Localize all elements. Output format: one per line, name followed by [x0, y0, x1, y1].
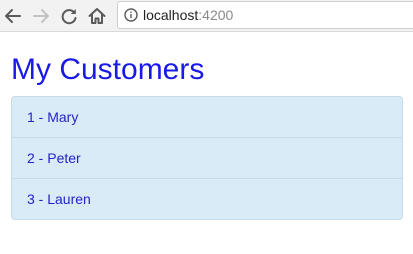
reload-icon: [61, 9, 77, 25]
forward-button[interactable]: [30, 5, 52, 27]
url-port: :4200: [198, 7, 234, 23]
info-icon[interactable]: [124, 8, 138, 22]
url-text[interactable]: localhost:4200: [143, 7, 233, 24]
reload-button[interactable]: [58, 5, 80, 27]
customer-list-item[interactable]: 1 - Mary: [12, 97, 402, 137]
page-title: My Customers: [11, 53, 205, 86]
address-bar[interactable]: localhost:4200: [117, 1, 413, 29]
home-button[interactable]: [86, 5, 108, 27]
customer-list: 1 - Mary 2 - Peter 3 - Lauren: [11, 96, 403, 220]
customer-list-item[interactable]: 3 - Lauren: [12, 178, 402, 219]
arrow-left-icon: [5, 9, 21, 23]
url-host: localhost: [143, 7, 199, 23]
home-icon: [88, 8, 106, 24]
back-button[interactable]: [2, 5, 24, 27]
browser-toolbar: localhost:4200: [0, 0, 413, 32]
customer-list-item[interactable]: 2 - Peter: [12, 137, 402, 178]
arrow-right-icon: [33, 9, 49, 23]
